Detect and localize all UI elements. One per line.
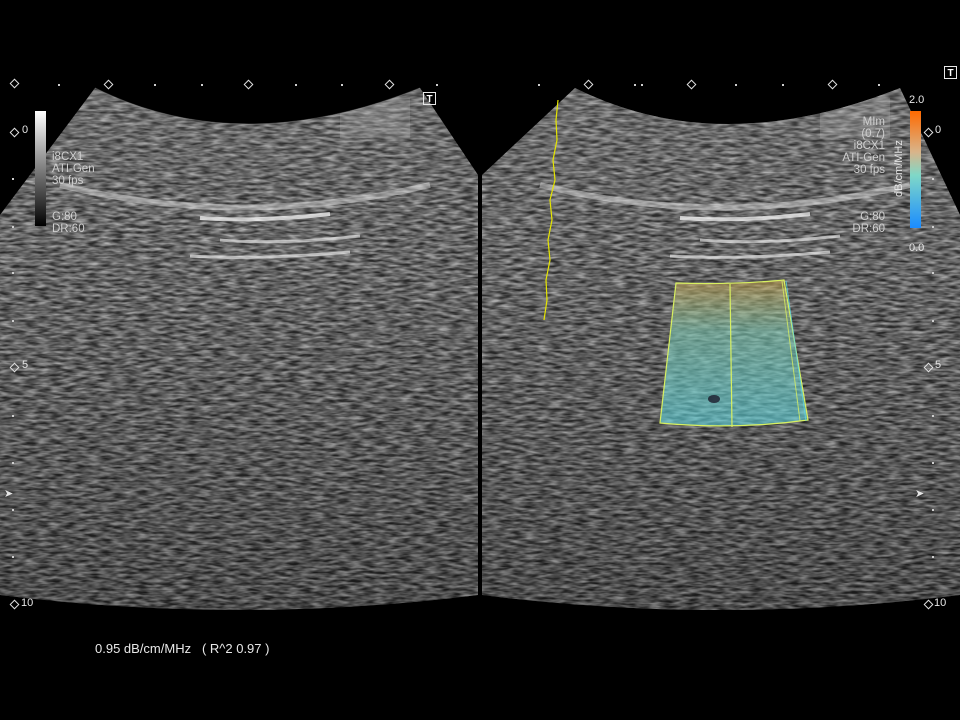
grayscale-bar xyxy=(35,111,46,226)
depth-label-bottom: 10 xyxy=(934,597,947,609)
scale-dot xyxy=(932,556,934,558)
gain-label: G:80 xyxy=(52,211,77,223)
attenuation-result: 0.95 dB/cm/MHz ( R^2 0.97 ) xyxy=(95,641,269,656)
t-marker-right[interactable]: T xyxy=(944,66,957,79)
lateral-dot xyxy=(154,84,156,86)
marker-value: (0.7) xyxy=(861,128,885,140)
attenuation-value: 0.95 dB/cm/MHz xyxy=(95,641,192,656)
lateral-dot xyxy=(782,84,784,86)
lateral-dot xyxy=(538,84,540,86)
right-param-block: MIm (0.7) i8CX1 ATI-Gen 30 fps xyxy=(842,116,885,176)
scale-dot xyxy=(932,509,934,511)
scale-dot xyxy=(12,272,14,274)
frame-rate-label: 30 fps xyxy=(853,164,885,176)
lateral-dot xyxy=(58,84,60,86)
marker-label: MIm xyxy=(862,116,885,128)
depth-label-top: 0 xyxy=(22,124,29,136)
dr-label: DR:60 xyxy=(52,223,85,235)
mode-label: ATI-Gen xyxy=(842,152,885,164)
scale-dot xyxy=(932,178,934,180)
scale-dot xyxy=(12,415,14,417)
r-squared-value: ( R^2 0.97 ) xyxy=(201,641,270,656)
mode-label: ATI-Gen xyxy=(52,163,95,175)
depth-label-mid: 5 xyxy=(935,359,942,371)
scale-dot xyxy=(932,272,934,274)
focus-marker-icon[interactable]: ➤ xyxy=(915,487,924,500)
depth-label-mid: 5 xyxy=(22,359,29,371)
dr-label: DR:60 xyxy=(852,223,885,235)
ultrasound-stage xyxy=(0,87,960,610)
scale-dot xyxy=(932,415,934,417)
scale-dot xyxy=(12,462,14,464)
scale-dot xyxy=(12,178,14,180)
lateral-dot xyxy=(641,84,643,86)
lateral-dot xyxy=(436,84,438,86)
lateral-dot xyxy=(295,84,297,86)
lateral-dot xyxy=(634,84,636,86)
scale-dot xyxy=(932,320,934,322)
focus-marker-icon[interactable]: ➤ xyxy=(4,487,13,500)
probe-label: i8CX1 xyxy=(52,151,84,163)
probe-label: i8CX1 xyxy=(853,140,885,152)
colorbar-max-label: 2.0 xyxy=(909,94,925,106)
colorbar-gradient xyxy=(910,111,921,228)
right-gain-block: G:80 DR:60 xyxy=(852,211,885,235)
scale-dot xyxy=(12,320,14,322)
left-gain-block: G:80 DR:60 xyxy=(52,211,85,235)
t-marker-left[interactable]: T xyxy=(423,92,436,105)
depth-label-bottom: 10 xyxy=(21,597,34,609)
colorbar-min-label: 0.0 xyxy=(909,242,925,254)
gain-label: G:80 xyxy=(860,211,885,223)
scale-dot xyxy=(12,226,14,228)
lateral-dot xyxy=(878,84,880,86)
lateral-dot xyxy=(201,84,203,86)
lateral-dot xyxy=(341,84,343,86)
scale-dot xyxy=(932,462,934,464)
left-param-block: i8CX1 ATI-Gen 30 fps xyxy=(52,151,95,187)
depth-label-top: 0 xyxy=(935,124,942,136)
scale-dot xyxy=(12,556,14,558)
lateral-dot xyxy=(735,84,737,86)
scale-dot xyxy=(932,226,934,228)
roi-region[interactable] xyxy=(659,279,809,428)
scale-dot xyxy=(12,509,14,511)
colorbar-unit-label: dB/cm/MHz xyxy=(893,140,905,197)
frame-rate-label: 30 fps xyxy=(52,175,84,187)
